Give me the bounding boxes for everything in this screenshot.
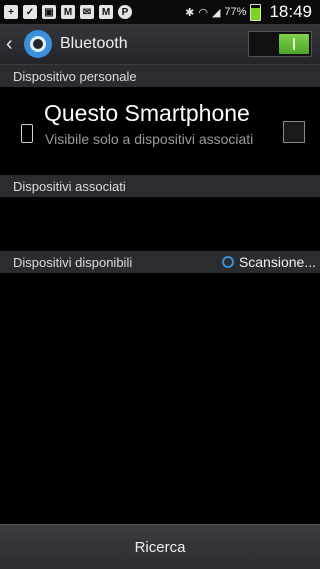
battery-icon xyxy=(250,3,262,21)
section-header-available-label: Dispositivi disponibili xyxy=(13,254,133,270)
bluetooth-toggle[interactable] xyxy=(248,31,312,57)
gmail-icon: M xyxy=(61,5,75,19)
scan-status: Scansione... xyxy=(221,254,316,270)
plus-icon: + xyxy=(4,5,18,19)
back-icon[interactable]: ‹ xyxy=(6,33,22,56)
visibility-checkbox[interactable] xyxy=(283,121,305,143)
bluetooth-icon: ✱ xyxy=(185,6,195,19)
settings-gear-icon[interactable] xyxy=(24,30,52,58)
notification-icons: + ✓ ▣ M ✉ M P xyxy=(0,5,132,19)
wifi-icon: ◠ xyxy=(198,6,208,19)
email-icon: ✉ xyxy=(80,5,94,19)
search-button[interactable]: Ricerca xyxy=(0,524,320,569)
device-name: Questo Smartphone xyxy=(44,100,250,126)
action-bar: ‹ Bluetooth xyxy=(0,24,320,65)
system-indicators: ✱ ◠ ◢ 77% 18:49 xyxy=(185,2,320,22)
smartphone-icon xyxy=(21,124,33,143)
clock: 18:49 xyxy=(269,2,312,21)
section-header-personal: Dispositivo personale xyxy=(0,65,320,87)
scan-spinner-icon xyxy=(221,256,234,268)
check-icon: ✓ xyxy=(23,5,37,19)
battery-percent: 77% xyxy=(224,6,247,18)
device-item[interactable]: Questo Smartphone Visibile solo a dispos… xyxy=(0,94,320,174)
gmail-icon: M xyxy=(99,5,113,19)
parking-icon: P xyxy=(118,5,132,19)
scan-label: Scansione... xyxy=(238,254,316,270)
image-icon: ▣ xyxy=(42,5,56,19)
signal-icon: ◢ xyxy=(211,6,221,19)
status-bar: + ✓ ▣ M ✉ M P ✱ ◠ ◢ 77% 18:49 xyxy=(0,0,320,24)
toggle-on-indicator xyxy=(279,34,309,54)
section-header-available: Dispositivi disponibili Scansione... xyxy=(0,251,320,273)
page-title: Bluetooth xyxy=(60,35,128,52)
section-header-paired: Dispositivi associati xyxy=(0,175,320,197)
device-visibility: Visibile solo a dispositivi associati xyxy=(45,131,254,147)
